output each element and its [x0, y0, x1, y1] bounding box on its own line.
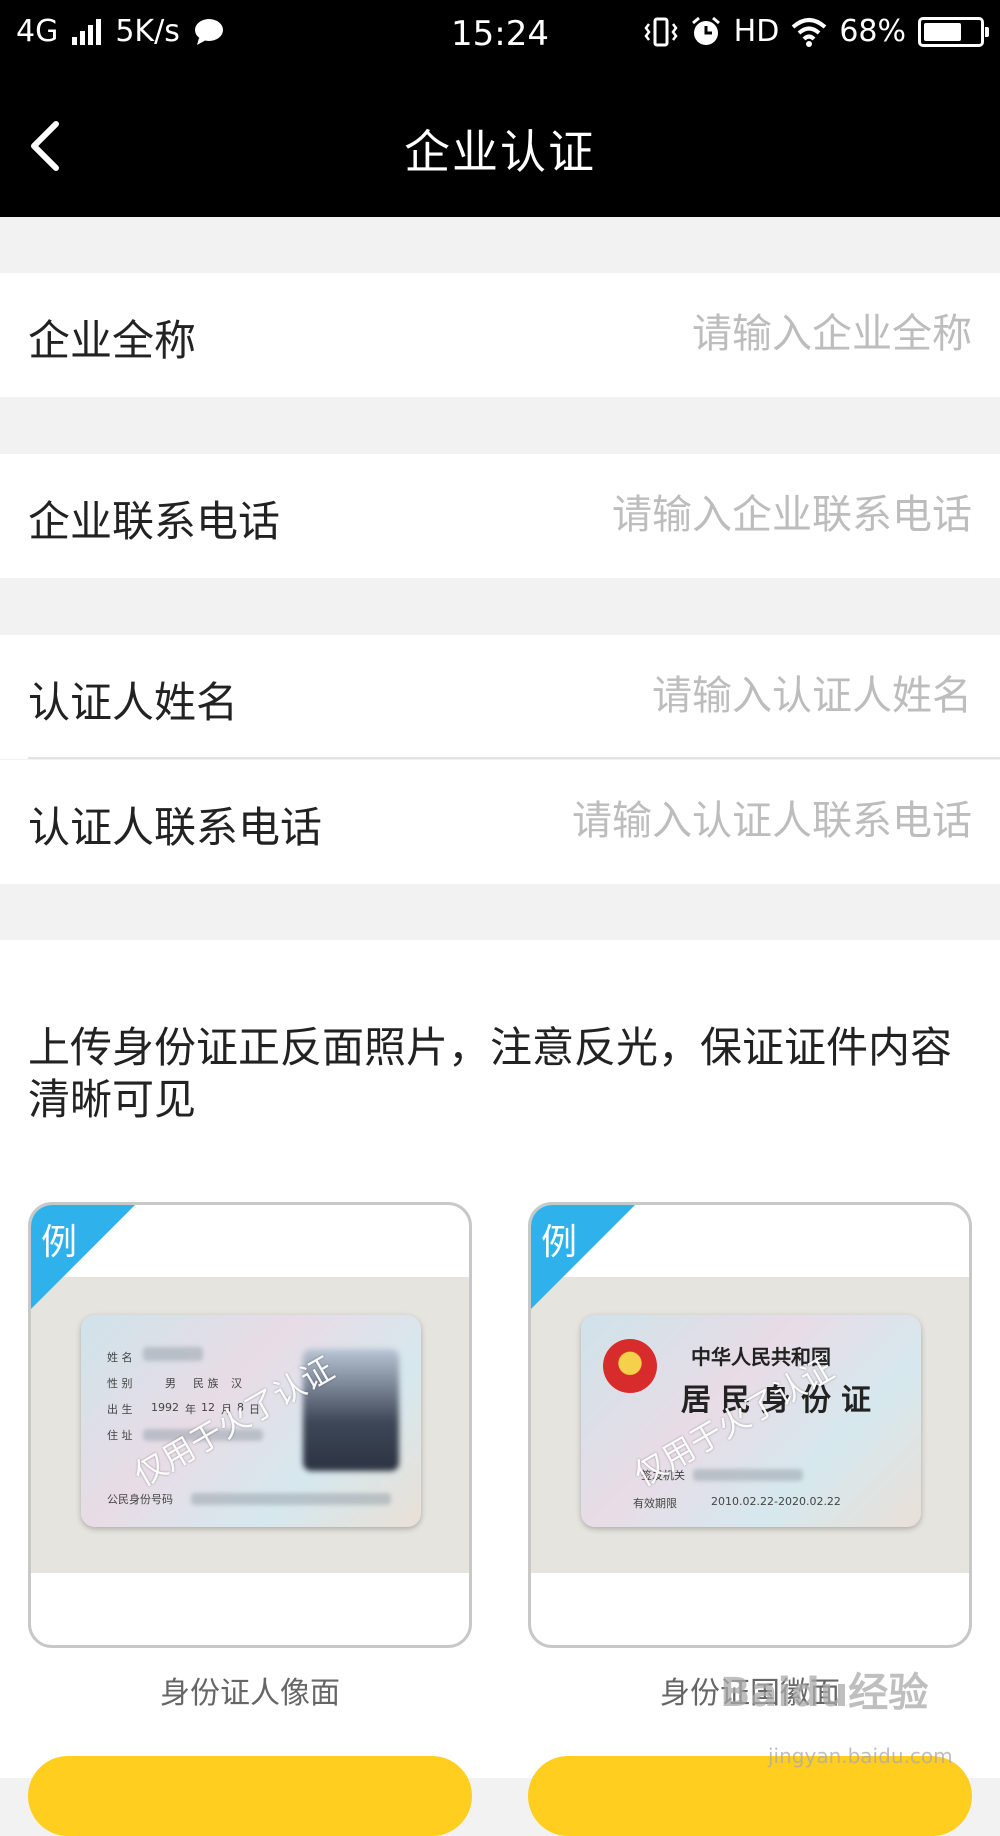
company-phone-input[interactable] — [412, 480, 972, 550]
field-label: 企业全称 — [28, 316, 197, 365]
blurred-text — [693, 1469, 803, 1481]
baidu-logo: Baidu经验 — [720, 1670, 929, 1716]
field-label: 企业联系电话 — [28, 497, 281, 546]
divider — [28, 757, 1000, 759]
id-gender-value: 男 — [165, 1377, 176, 1390]
field-label: 认证人联系电话 — [28, 803, 323, 852]
navbar: 企业认证 — [0, 72, 1000, 217]
id-gender-label: 性 别 — [107, 1377, 133, 1390]
field-certifier-phone: 认证人联系电话 — [0, 760, 1000, 884]
status-bar: 4G 5K/s 15:24 HD 68% — [0, 0, 1000, 72]
id-front-upload-card[interactable]: 姓 名 性 别 男 民 族 汉 出 生 1992 年 12 月 8 日 住 址 … — [28, 1202, 472, 1648]
hd-indicator: HD — [733, 14, 780, 49]
upload-front-button[interactable] — [28, 1756, 472, 1836]
example-label: 例 — [541, 1222, 578, 1263]
id-back-upload-card[interactable]: 中华人民共和国 居民身份证 签发机关 有效期限 2010.02.22-2020.… — [528, 1202, 972, 1648]
sample-photo: 姓 名 性 别 男 民 族 汉 出 生 1992 年 12 月 8 日 住 址 … — [31, 1277, 469, 1573]
certifier-name-input[interactable] — [412, 661, 972, 731]
id-validity-value: 2010.02.22-2020.02.22 — [711, 1495, 841, 1508]
vibrate-icon — [644, 17, 678, 46]
alarm-icon — [691, 16, 720, 45]
baidu-jingyan-watermark: Baidu经验 jingyan.baidu.com — [720, 1660, 960, 1770]
sample-photo: 中华人民共和国 居民身份证 签发机关 有效期限 2010.02.22-2020.… — [531, 1277, 969, 1573]
certifier-phone-input[interactable] — [412, 786, 972, 856]
id-address-label: 住 址 — [107, 1429, 133, 1442]
id-front-caption: 身份证人像面 — [160, 1676, 340, 1711]
id-ethnicity-label: 民 族 — [193, 1377, 219, 1390]
status-right: HD 68% — [644, 14, 989, 49]
wifi-icon — [791, 17, 827, 47]
field-label: 认证人姓名 — [28, 678, 239, 727]
battery-fill — [924, 22, 961, 41]
id-birth-year: 1992 — [151, 1401, 179, 1414]
example-label: 例 — [41, 1222, 78, 1263]
id-birth-label: 出 生 — [107, 1403, 133, 1416]
id-validity-label: 有效期限 — [633, 1497, 677, 1510]
id-number-label: 公民身份号码 — [107, 1493, 173, 1506]
battery-percent: 68% — [839, 14, 906, 49]
blurred-text — [191, 1493, 391, 1505]
national-emblem-icon — [603, 1339, 657, 1393]
id-name-label: 姓 名 — [107, 1351, 133, 1364]
page-title: 企业认证 — [404, 125, 596, 179]
upload-section: 上传身份证正反面照片，注意反光，保证证件内容清晰可见 姓 名 性 别 男 民 族… — [0, 940, 1000, 1836]
blurred-text — [143, 1347, 203, 1361]
field-company-phone: 企业联系电话 — [0, 454, 1000, 578]
company-name-input[interactable] — [412, 299, 972, 369]
battery-icon — [918, 16, 989, 47]
upload-hint: 上传身份证正反面照片，注意反光，保证证件内容清晰可见 — [28, 1023, 953, 1124]
field-company-name: 企业全称 — [0, 273, 1000, 397]
baidu-url: jingyan.baidu.com — [768, 1744, 953, 1768]
field-certifier-name: 认证人姓名 — [0, 635, 1000, 759]
